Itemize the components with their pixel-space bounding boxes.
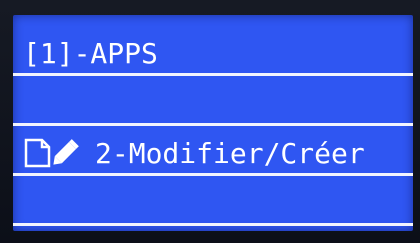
row-divider bbox=[13, 73, 413, 76]
empty-menu-row bbox=[23, 181, 407, 225]
menu-item-modifier-creer[interactable]: 2-Modifier/Créer bbox=[23, 131, 407, 175]
row-divider bbox=[13, 173, 413, 176]
device-bezel: [1]-APPS 2-Modifier/Créer bbox=[0, 0, 420, 243]
row-divider bbox=[13, 123, 413, 126]
lcd-screen: [1]-APPS 2-Modifier/Créer bbox=[13, 15, 413, 231]
menu-title-label: [1]-APPS bbox=[23, 36, 158, 70]
row-divider bbox=[13, 223, 413, 226]
menu-title: [1]-APPS bbox=[23, 31, 407, 75]
empty-menu-row bbox=[23, 79, 407, 123]
edit-document-icon bbox=[24, 138, 79, 168]
menu-item-label: 2-Modifier/Créer bbox=[95, 136, 365, 170]
